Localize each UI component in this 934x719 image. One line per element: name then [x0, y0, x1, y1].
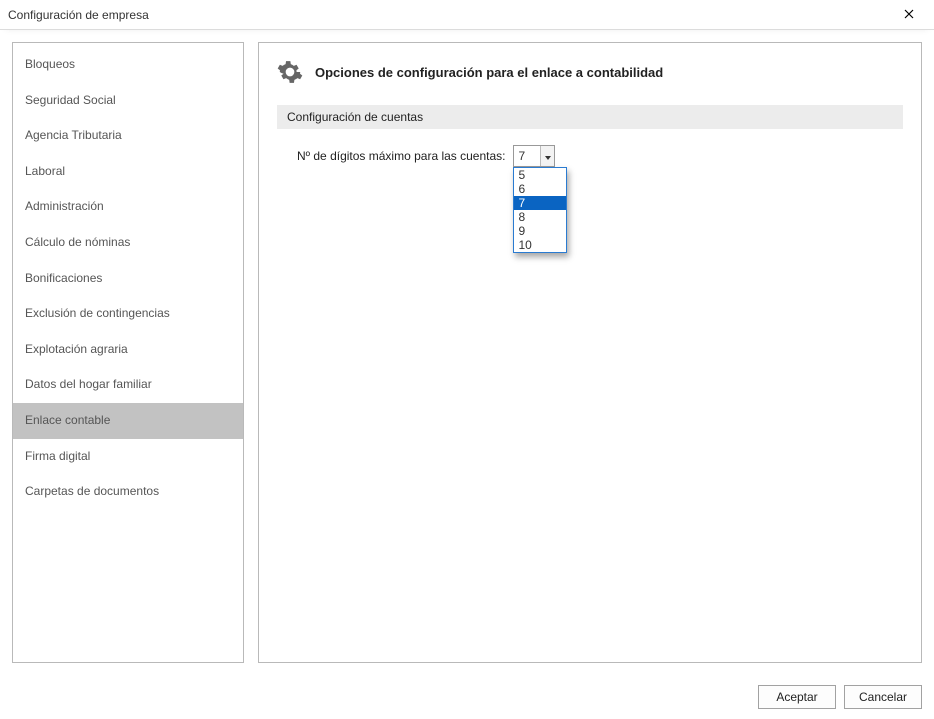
close-button[interactable]	[892, 1, 926, 29]
dropdown-option[interactable]: 10	[514, 238, 566, 252]
sidebar-item-datos-hogar[interactable]: Datos del hogar familiar	[13, 367, 243, 403]
sidebar-item-calculo-nominas[interactable]: Cálculo de nóminas	[13, 225, 243, 261]
gear-icon	[277, 59, 303, 85]
dropdown-option[interactable]: 6	[514, 182, 566, 196]
sidebar: BloqueosSeguridad SocialAgencia Tributar…	[12, 42, 244, 663]
combo-toggle[interactable]	[540, 146, 554, 166]
digits-dropdown: 5678910	[513, 167, 567, 253]
workarea: BloqueosSeguridad SocialAgencia Tributar…	[0, 30, 934, 675]
sidebar-item-laboral[interactable]: Laboral	[13, 154, 243, 190]
accept-button[interactable]: Aceptar	[758, 685, 836, 709]
cancel-button[interactable]: Cancelar	[844, 685, 922, 709]
close-icon	[904, 8, 914, 22]
sidebar-item-exclusion-contingencias[interactable]: Exclusión de contingencias	[13, 296, 243, 332]
chevron-down-icon	[545, 149, 551, 163]
sidebar-item-firma-digital[interactable]: Firma digital	[13, 439, 243, 475]
content-panel: Opciones de configuración para el enlace…	[258, 42, 922, 663]
section-title: Configuración de cuentas	[277, 105, 903, 129]
window-title: Configuración de empresa	[8, 8, 892, 22]
sidebar-item-bonificaciones[interactable]: Bonificaciones	[13, 261, 243, 297]
content-header: Opciones de configuración para el enlace…	[277, 59, 903, 85]
sidebar-item-carpetas-documentos[interactable]: Carpetas de documentos	[13, 474, 243, 510]
dropdown-option[interactable]: 9	[514, 224, 566, 238]
footer: Aceptar Cancelar	[0, 675, 934, 719]
digits-value: 7	[514, 146, 540, 166]
page-title: Opciones de configuración para el enlace…	[315, 65, 663, 80]
dropdown-option[interactable]: 7	[514, 196, 566, 210]
sidebar-item-seguridad-social[interactable]: Seguridad Social	[13, 83, 243, 119]
digits-label: Nº de dígitos máximo para las cuentas:	[297, 149, 505, 163]
sidebar-item-enlace-contable[interactable]: Enlace contable	[13, 403, 243, 439]
dropdown-option[interactable]: 8	[514, 210, 566, 224]
titlebar: Configuración de empresa	[0, 0, 934, 30]
sidebar-item-administracion[interactable]: Administración	[13, 189, 243, 225]
sidebar-item-explotacion-agraria[interactable]: Explotación agraria	[13, 332, 243, 368]
digits-field-row: Nº de dígitos máximo para las cuentas: 7…	[277, 145, 903, 167]
dropdown-option[interactable]: 5	[514, 168, 566, 182]
sidebar-item-agencia-tributaria[interactable]: Agencia Tributaria	[13, 118, 243, 154]
sidebar-item-bloqueos[interactable]: Bloqueos	[13, 47, 243, 83]
digits-combobox[interactable]: 7 5678910	[513, 145, 555, 167]
